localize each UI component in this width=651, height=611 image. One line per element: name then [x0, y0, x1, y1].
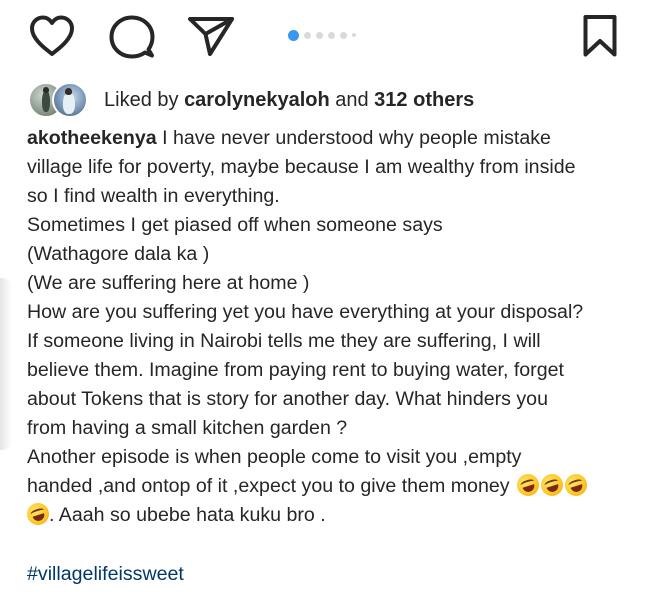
likes-text: Liked by carolynekyaloh and 312 others — [104, 89, 474, 112]
comment-button[interactable] — [108, 14, 156, 60]
caption-line: Sometimes I get piased off when someone … — [27, 214, 443, 236]
likes-summary: Liked by carolynekyaloh and 312 others — [28, 82, 474, 118]
carousel-dot — [340, 31, 347, 39]
caption-line: (Wathagore dala ka ) — [27, 243, 210, 265]
caption-line: village life for poverty, maybe because … — [27, 156, 576, 178]
likes-middle: and — [329, 88, 375, 111]
laughing-emoji-icon — [514, 471, 542, 499]
caption-line: so I find wealth in everything. — [27, 185, 280, 207]
caption-line: from having a small kitchen garden ? — [27, 417, 348, 439]
caption-line: . Aaah so ubebe hata kuku bro . — [24, 500, 637, 530]
carousel-dot — [304, 31, 311, 39]
comment-bubble-icon — [109, 15, 155, 59]
caption-line: (We are suffering here at home ) — [27, 272, 310, 294]
hashtag-link[interactable]: #villagelifeissweet — [27, 560, 184, 589]
carousel-dot — [328, 31, 335, 39]
likes-prefix: Liked by — [104, 88, 185, 111]
post-action-bar — [0, 0, 651, 76]
laughing-emoji-icon — [538, 471, 566, 499]
caption-line: Another episode is when people come to v… — [27, 446, 522, 468]
caption-line: If someone living in Nairobi tells me th… — [27, 330, 541, 352]
liked-by-username[interactable]: carolynekyaloh — [184, 89, 330, 111]
caption-text: I have never understood why people mista… — [162, 127, 551, 149]
caption-line: handed ,and ontop of it ,expect you to g… — [27, 471, 637, 501]
carousel-indicator — [288, 29, 356, 41]
liker-avatars[interactable] — [28, 82, 94, 118]
paper-plane-icon — [188, 17, 234, 56]
caption-line: believe them. Imagine from paying rent t… — [27, 359, 564, 381]
caption-line: about Tokens that is story for another d… — [27, 388, 548, 410]
carousel-dot-active — [288, 29, 299, 41]
caption-username[interactable]: akotheekenya — [27, 127, 157, 149]
save-button[interactable] — [582, 14, 618, 58]
caption-line: How are you suffering yet you have every… — [27, 301, 584, 323]
caption-text: handed ,and ontop of it ,expect you to g… — [27, 475, 510, 497]
like-button[interactable] — [28, 14, 76, 58]
heart-icon — [30, 15, 74, 56]
edge-shadow — [0, 278, 12, 450]
laughing-emoji-icon — [562, 471, 590, 499]
bookmark-icon — [583, 15, 617, 57]
laughing-emoji-icon — [24, 500, 52, 528]
carousel-dot — [352, 33, 356, 37]
share-button[interactable] — [186, 14, 236, 58]
likes-others-count[interactable]: 312 others — [374, 89, 474, 111]
caption-text: . Aaah so ubebe hata kuku bro . — [49, 504, 326, 526]
post-caption: akotheekenya I have never understood why… — [24, 124, 637, 530]
avatar[interactable] — [52, 82, 88, 118]
carousel-dot — [316, 31, 323, 39]
caption-line: akotheekenya I have never understood why… — [27, 124, 637, 153]
